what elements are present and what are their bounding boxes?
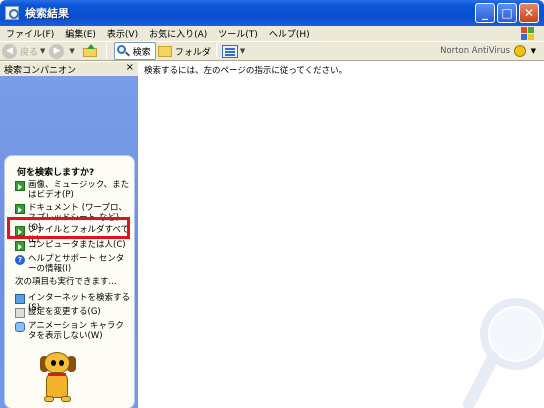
pane-close-button[interactable]: × [126, 62, 134, 73]
option-pictures-music-video[interactable]: 画像、ミュージック、またはビデオ(P) [15, 180, 131, 200]
results-pane: 検索するには、左のページの指示に従ってください。 [139, 62, 544, 408]
green-arrow-icon [15, 181, 25, 191]
norton-antivirus-label[interactable]: Norton AntiVirus [440, 46, 510, 56]
menu-help[interactable]: ヘルプ(H) [269, 27, 310, 40]
option-label: アニメーション キャラクタを表示しない(W) [28, 321, 124, 341]
search-button[interactable]: 検索 [113, 42, 156, 60]
chevron-down-icon: ▼ [69, 47, 75, 55]
chevron-down-icon: ▼ [40, 47, 46, 55]
magnifier-watermark-icon [463, 298, 544, 408]
maximize-button[interactable]: □ [497, 3, 517, 23]
folder-up-icon [82, 44, 98, 58]
pane-title: 検索コンパニオン [4, 65, 77, 76]
toolbar-separator [105, 43, 107, 59]
folders-button[interactable]: フォルダ [156, 42, 213, 60]
chevron-down-icon[interactable]: ▼ [531, 47, 536, 55]
menu-file[interactable]: ファイル(F) [6, 27, 54, 40]
back-label: 戻る [20, 47, 39, 58]
menu-favorites[interactable]: お気に入り(A) [149, 27, 207, 40]
help-icon: ? [15, 255, 25, 265]
option-label: 設定を変更する(G) [28, 307, 101, 317]
window-title: 検索結果 [25, 7, 69, 20]
search-window-icon [5, 6, 19, 20]
highlight-box [7, 217, 130, 239]
views-icon [221, 44, 238, 58]
green-arrow-icon [15, 241, 25, 251]
folders-label: フォルダ [174, 47, 211, 58]
globe-icon [15, 294, 25, 304]
option-help-support[interactable]: ? ヘルプとサポート センターの情報(I) [15, 254, 131, 274]
search-companion-header: 検索コンパニオン × [0, 62, 138, 76]
folder-icon [157, 45, 172, 57]
back-button[interactable]: ◀ 戻る ▼ [0, 42, 47, 60]
menu-view[interactable]: 表示(V) [107, 27, 138, 40]
toolbar-separator [215, 43, 217, 59]
menu-bar: ファイル(F) 編集(E) 表示(V) お気に入り(A) ツール(T) ヘルプ(… [0, 26, 544, 41]
back-arrow-icon: ◀ [2, 43, 17, 59]
also-heading-label: 次の項目も実行できます... [15, 277, 117, 287]
option-label: 画像、ミュージック、またはビデオ(P) [28, 180, 130, 200]
animated-character-icon [15, 322, 25, 332]
chevron-down-icon: ▼ [239, 47, 246, 55]
forward-arrow-icon: ▶ [49, 43, 65, 59]
norton-icon[interactable] [514, 45, 526, 57]
views-button[interactable]: ▼ [220, 42, 247, 60]
option-hide-character[interactable]: アニメーション キャラクタを表示しない(W) [15, 321, 131, 341]
option-computers-people[interactable]: コンピュータまたは人(C) [15, 240, 131, 251]
minimize-button[interactable]: _ [475, 3, 495, 23]
search-icon [116, 44, 130, 58]
close-button[interactable]: ✕ [519, 3, 539, 23]
search-dog-character[interactable] [38, 350, 78, 405]
search-companion-pane: 検索コンパニオン × 何を検索しますか? 画像、ミュージック、またはビデオ(P)… [0, 62, 138, 408]
menu-tools[interactable]: ツール(T) [218, 27, 258, 40]
settings-icon [15, 308, 25, 318]
toolbar: ◀ 戻る ▼ ▶ ▼ 検索 フォルダ ▼ Norton AntiVirus ▼ [0, 41, 544, 61]
also-heading: 次の項目も実行できます... [15, 277, 131, 287]
search-label: 検索 [132, 47, 151, 58]
windows-logo-icon [521, 27, 534, 40]
option-label: コンピュータまたは人(C) [28, 240, 126, 250]
option-change-preferences[interactable]: 設定を変更する(G) [15, 307, 131, 318]
menu-edit[interactable]: 編集(E) [65, 27, 96, 40]
title-bar: 検索結果 _ □ ✕ [0, 0, 544, 26]
green-arrow-icon [15, 204, 25, 214]
option-label: ヘルプとサポート センターの情報(I) [28, 254, 125, 274]
forward-button[interactable]: ▶ ▼ [47, 42, 76, 60]
search-question: 何を検索しますか? [17, 168, 95, 178]
search-instruction: 検索するには、左のページの指示に従ってください。 [144, 66, 348, 76]
up-folder-button[interactable] [77, 42, 103, 60]
